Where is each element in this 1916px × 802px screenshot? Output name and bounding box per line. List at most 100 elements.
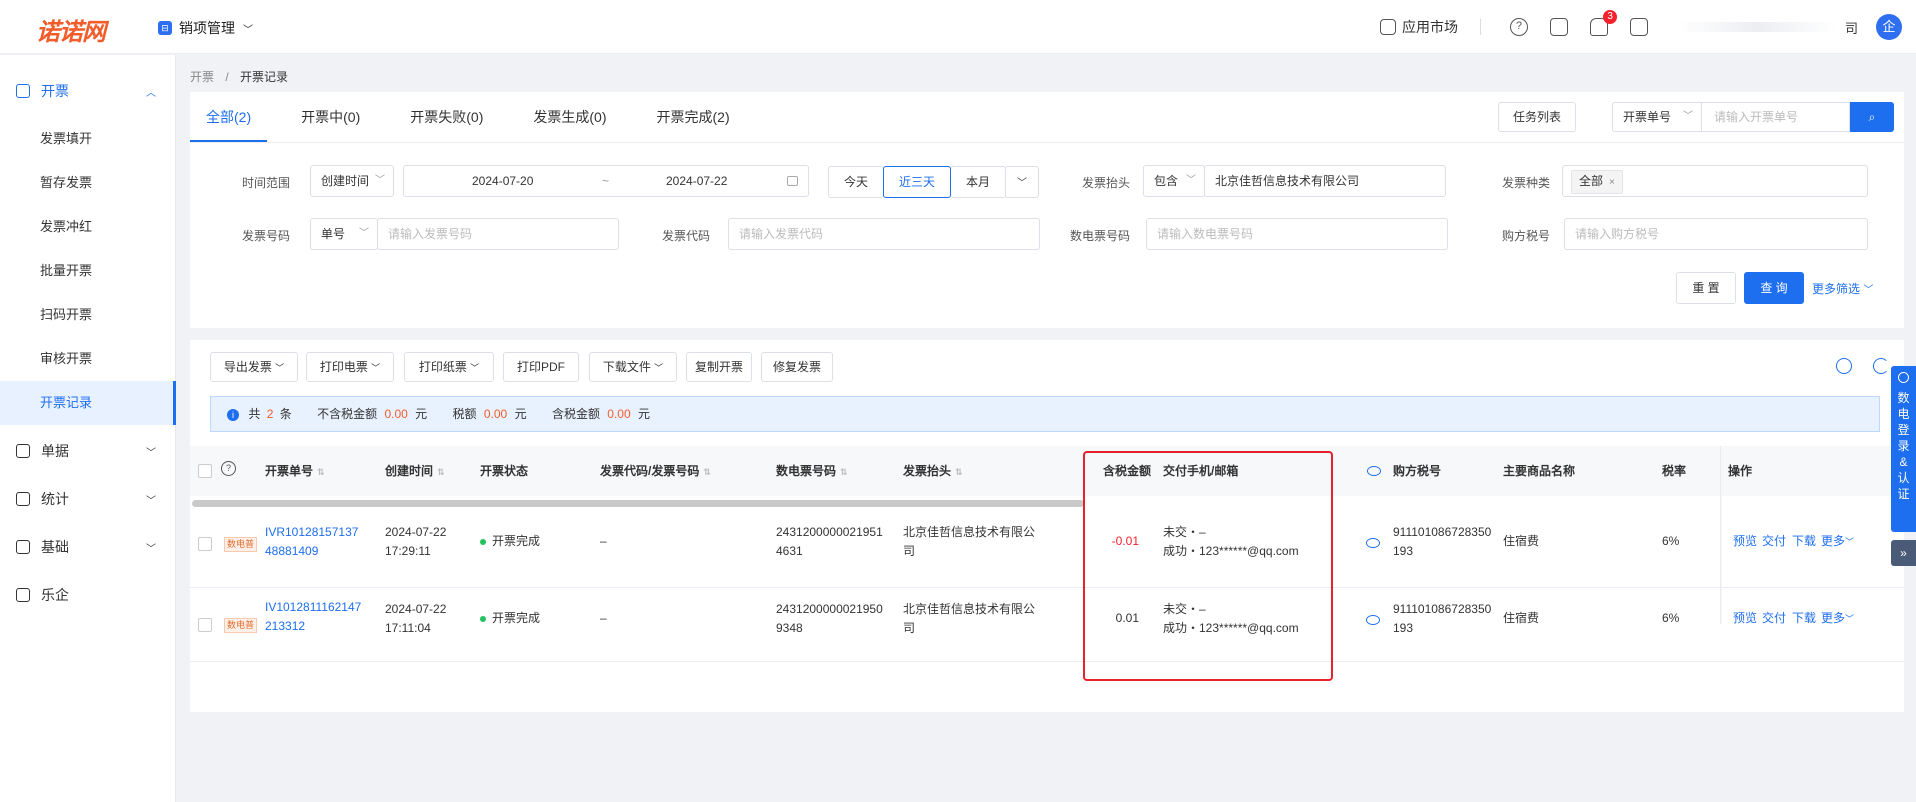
column-settings-icon[interactable] (1836, 358, 1852, 374)
settings-icon[interactable] (1549, 18, 1568, 36)
sidebar-item-scan[interactable]: 扫码开票 (0, 293, 176, 337)
print-e-invoice-button[interactable]: 打印电票 ﹀ (306, 352, 394, 382)
deliver-link[interactable]: 交付 (1762, 609, 1786, 628)
sidebar-item-draft[interactable]: 暂存发票 (0, 161, 176, 205)
reset-button[interactable]: 重 置 (1676, 272, 1736, 304)
search-button[interactable]: ⌕ (1850, 102, 1894, 132)
preview-link[interactable]: 预览 (1733, 532, 1757, 551)
refresh-icon[interactable] (1873, 358, 1889, 374)
close-icon[interactable]: × (1609, 177, 1615, 188)
logo[interactable]: 诺诺网 (36, 12, 106, 47)
copy-invoice-button[interactable]: 复制开票 (686, 352, 752, 382)
sidebar-group-base[interactable]: 基础 ﹀ (0, 525, 176, 569)
row-checkbox[interactable] (198, 537, 212, 551)
date-end[interactable]: 2024-07-22 (666, 166, 727, 196)
deliver-link[interactable]: 交付 (1762, 532, 1786, 551)
invoice-title-label: 发票抬头 (1081, 176, 1130, 190)
summary-tax: 0.00 (483, 407, 508, 421)
download-link[interactable]: 下载 (1792, 532, 1816, 551)
app-market-button[interactable]: 应用市场 (1379, 17, 1458, 37)
title-line: 北京佳哲信息技术有限公 (903, 525, 1036, 539)
invoice-title-input[interactable]: 北京佳哲信息技术有限公司 (1204, 165, 1446, 197)
sidebar-item-redo[interactable]: 发票冲红 (0, 205, 176, 249)
created-time: 2024-07-22 17:11:04 (385, 600, 446, 638)
more-filter-link[interactable]: 更多筛选 ﹀ (1812, 280, 1873, 297)
sidebar-group-docs[interactable]: 单据 ﹀ (0, 429, 176, 473)
tab-completed[interactable]: 开票完成(2) (641, 92, 746, 142)
toggle-visibility-icon[interactable] (1367, 466, 1381, 476)
cube-icon (1379, 19, 1396, 35)
title-operator-select[interactable]: 包含 ﹀ (1143, 165, 1205, 197)
col-digital-no[interactable]: 数电票号码 ⇅ (776, 446, 848, 497)
order-no-link[interactable]: IVR10128157137 48881409 (265, 523, 358, 561)
table-row: 数电普 IV1012811162147 213312 2024-07-22 17:1… (190, 588, 1904, 662)
sidebar-item-batch[interactable]: 批量开票 (0, 249, 176, 293)
download-link[interactable]: 下载 (1792, 609, 1816, 628)
date-range-picker[interactable]: 2024-07-20 ~ 2024-07-22 (403, 165, 809, 197)
col-order-no[interactable]: 开票单号 ⇅ (265, 446, 325, 497)
delivery-line: 成功・123******@qq.com (1163, 544, 1299, 558)
invoice-no-input[interactable]: 请输入发票号码 (377, 218, 619, 250)
code-cell: – (600, 611, 607, 625)
tab-all[interactable]: 全部(2) (190, 92, 268, 142)
goods-cell: 住宿费 (1503, 534, 1540, 548)
invoice-code-input[interactable]: 请输入发票代码 (728, 218, 1040, 250)
row-checkbox[interactable] (198, 618, 212, 632)
more-actions-link[interactable]: 更多﹀ (1821, 532, 1854, 552)
col-created[interactable]: 创建时间 ⇅ (385, 446, 445, 497)
repair-invoice-button[interactable]: 修复发票 (761, 352, 833, 382)
export-invoice-button[interactable]: 导出发票 ﹀ (210, 352, 298, 382)
time-type-select[interactable]: 创建时间 ﹀ (310, 165, 394, 197)
tab-processing[interactable]: 开票中(0) (285, 92, 376, 142)
digital-login-panel[interactable]: 数电登录&认证 (1891, 366, 1916, 532)
avatar[interactable]: 企 (1876, 14, 1902, 40)
sidebar-group-leqi[interactable]: 乐企 (0, 573, 176, 617)
bell-icon[interactable]: 3 (1589, 10, 1617, 36)
created-clock: 17:11:04 (385, 621, 431, 635)
status-cell: 开票完成 (480, 532, 540, 551)
quick-more-dropdown[interactable]: ﹀ (1005, 166, 1039, 198)
sidebar-item-fill[interactable]: 发票填开 (0, 117, 176, 161)
show-tax-icon[interactable] (1366, 538, 1380, 548)
select-all-checkbox[interactable] (198, 464, 212, 478)
print-pdf-button[interactable]: 打印PDF (503, 352, 579, 382)
invoice-no-type-select[interactable]: 单号 ﹀ (310, 218, 378, 250)
order-search-input[interactable]: 请输入开票单号 (1702, 102, 1850, 132)
chevron-down-icon: ﹀ (1845, 537, 1855, 547)
tab-failed[interactable]: 开票失败(0) (394, 92, 499, 142)
print-paper-button[interactable]: 打印纸票 ﹀ (404, 352, 494, 382)
collapse-panel-button[interactable]: » (1891, 540, 1916, 566)
more-actions-link[interactable]: 更多﹀ (1821, 609, 1854, 629)
buyer-tax-input[interactable]: 请输入购方税号 (1564, 218, 1868, 250)
help-icon[interactable]: ? (1509, 18, 1528, 36)
sidebar-group-invoice[interactable]: 开票 ︿ (0, 69, 176, 113)
invoice-kind-select[interactable]: 全部 × (1562, 165, 1868, 197)
task-list-button[interactable]: 任务列表 (1498, 102, 1576, 132)
quick-3days-button[interactable]: 近三天 (883, 166, 951, 198)
search-type-select[interactable]: 开票单号 ﹀ (1612, 102, 1702, 132)
filter-card: 全部(2) 开票中(0) 开票失败(0) 发票生成(0) 开票完成(2) 任务列… (190, 92, 1904, 328)
quick-month-button[interactable]: 本月 (950, 166, 1006, 198)
company-name[interactable]: 司 (1845, 18, 1858, 37)
chevron-down-icon: ﹀ (371, 363, 381, 373)
download-file-button[interactable]: 下载文件 ﹀ (589, 352, 677, 382)
date-start[interactable]: 2024-07-20 (472, 166, 533, 196)
help-icon[interactable]: ? (221, 461, 236, 476)
invoice-type-tag: 数电普 (224, 618, 258, 633)
sidebar-group-stats[interactable]: 统计 ﹀ (0, 477, 176, 521)
sidebar-item-records[interactable]: 开票记录 (0, 381, 176, 425)
preview-link[interactable]: 预览 (1733, 609, 1757, 628)
order-no-link[interactable]: IV1012811162147 213312 (265, 598, 361, 636)
message-icon[interactable] (1629, 18, 1648, 36)
digital-no-input[interactable]: 请输入数电票号码 (1146, 218, 1448, 250)
col-title[interactable]: 发票抬头 ⇅ (903, 446, 963, 497)
show-tax-icon[interactable] (1366, 615, 1380, 625)
chevron-down-icon: ﹀ (146, 495, 156, 507)
app-switcher[interactable]: ⊟ 销项管理 ﹀ (158, 18, 253, 38)
col-code[interactable]: 发票代码/发票号码 ⇅ (600, 446, 711, 497)
quick-today-button[interactable]: 今天 (828, 166, 884, 198)
tab-generated[interactable]: 发票生成(0) (517, 92, 622, 142)
query-button[interactable]: 查 询 (1744, 272, 1804, 304)
breadcrumb-parent[interactable]: 开票 (190, 70, 214, 84)
sidebar-item-review[interactable]: 审核开票 (0, 337, 176, 381)
